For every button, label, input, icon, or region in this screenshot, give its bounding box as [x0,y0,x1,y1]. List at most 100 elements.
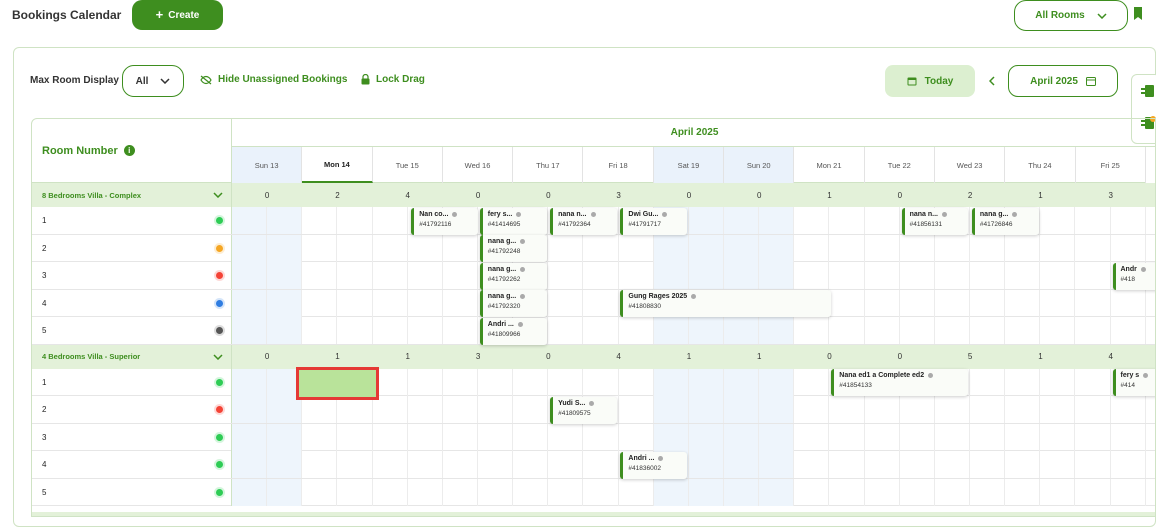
calendar-cell[interactable] [759,396,794,423]
calendar-cell[interactable] [794,235,829,262]
calendar-cell[interactable] [267,235,302,262]
chevron-down-icon[interactable] [213,354,223,360]
calendar-cell[interactable] [513,396,548,423]
calendar-cell[interactable] [654,317,689,344]
calendar-cell[interactable] [1111,290,1146,317]
calendar-cell[interactable] [443,424,478,451]
calendar-cell[interactable] [865,235,900,262]
calendar-cell[interactable] [1005,235,1040,262]
calendar-cell[interactable] [865,396,900,423]
next-room-group-row[interactable] [32,512,1156,517]
calendar-cell[interactable] [302,290,337,317]
calendar-cell[interactable] [548,290,583,317]
booking-card[interactable]: Gung Rages 2025#41808830 [620,290,831,317]
calendar-cell[interactable] [970,396,1005,423]
calendar-cell[interactable] [935,235,970,262]
room-number-cell[interactable]: 5 [32,479,232,506]
calendar-cell[interactable] [724,207,759,234]
calendar-cell[interactable] [1111,317,1146,344]
calendar-cell[interactable] [970,317,1005,344]
calendar-cell[interactable] [1040,479,1075,506]
calendar-cell[interactable] [478,479,513,506]
calendar-cell[interactable] [373,396,408,423]
calendar-cell[interactable] [970,290,1005,317]
calendar-cell[interactable] [232,290,267,317]
calendar-cell[interactable] [1075,479,1110,506]
calendar-cell[interactable] [443,235,478,262]
calendar-cell[interactable] [1040,262,1075,289]
rooms-filter-select[interactable]: All Rooms [1014,0,1128,31]
calendar-cell[interactable] [1075,290,1110,317]
calendar-cell[interactable] [724,396,759,423]
calendar-cell[interactable] [478,451,513,478]
calendar-cell[interactable] [970,369,1005,396]
calendar-cell[interactable] [1111,235,1146,262]
booking-card[interactable]: nana n...#41792364 [550,208,617,235]
calendar-cell[interactable] [478,396,513,423]
calendar-cell[interactable] [302,479,337,506]
create-button[interactable]: + Create [132,0,223,30]
calendar-cell[interactable] [970,424,1005,451]
calendar-cell[interactable] [1111,207,1146,234]
calendar-cell[interactable] [1005,451,1040,478]
calendar-cell[interactable] [337,479,372,506]
previous-month-button[interactable] [984,72,1000,90]
calendar-cell[interactable] [443,317,478,344]
calendar-cell[interactable] [1040,317,1075,344]
calendar-cell[interactable] [794,424,829,451]
calendar-cell[interactable] [408,479,443,506]
max-room-display-select[interactable]: All [122,65,184,97]
calendar-cell[interactable] [829,479,864,506]
calendar-cell[interactable] [689,262,724,289]
calendar-cell[interactable] [619,396,654,423]
calendar-cell[interactable] [970,451,1005,478]
calendar-cell[interactable] [935,262,970,289]
calendar-cell[interactable] [1075,235,1110,262]
calendar-cell[interactable] [900,262,935,289]
calendar-cell[interactable] [302,451,337,478]
calendar-cell[interactable] [302,207,337,234]
calendar-cell[interactable] [232,369,267,396]
calendar-cell[interactable] [337,424,372,451]
calendar-cell[interactable] [302,235,337,262]
calendar-cell[interactable] [935,424,970,451]
booking-card[interactable]: Nan co...#41792116 [411,208,478,235]
calendar-cell[interactable] [232,262,267,289]
calendar-cell[interactable] [337,317,372,344]
calendar-cell[interactable] [865,262,900,289]
room-number-cell[interactable]: 4 [32,451,232,478]
calendar-cell[interactable] [865,290,900,317]
booking-card[interactable]: nana n...#41856131 [902,208,969,235]
booking-card[interactable]: nana g...#41726846 [972,208,1039,235]
calendar-cell[interactable] [759,235,794,262]
calendar-cell[interactable] [1005,369,1040,396]
calendar-cell[interactable] [689,479,724,506]
booking-card[interactable]: nana g...#41792248 [480,235,547,262]
calendar-cell[interactable] [935,317,970,344]
calendar-cell[interactable] [900,235,935,262]
calendar-cell[interactable] [408,317,443,344]
calendar-cell[interactable] [583,424,618,451]
calendar-cell[interactable] [794,207,829,234]
calendar-cell[interactable] [1111,396,1146,423]
calendar-cell[interactable] [583,451,618,478]
calendar-cell[interactable] [232,424,267,451]
calendar-cell[interactable] [689,451,724,478]
calendar-cell[interactable] [794,262,829,289]
calendar-cell[interactable] [619,317,654,344]
booking-card[interactable]: Andri ...#41836002 [620,452,687,479]
room-number-cell[interactable]: 3 [32,424,232,451]
calendar-cell[interactable] [654,424,689,451]
booking-card[interactable]: Dwi Gu...#41791717 [620,208,687,235]
booking-card[interactable]: Nana ed1 a Complete ed2#41854133 [831,369,968,396]
calendar-cell[interactable] [1040,290,1075,317]
calendar-cell[interactable] [1005,290,1040,317]
calendar-cell[interactable] [1040,424,1075,451]
calendar-cell[interactable] [724,451,759,478]
calendar-cell[interactable] [724,424,759,451]
calendar-cell[interactable] [548,424,583,451]
calendar-cell[interactable] [829,235,864,262]
calendar-cell[interactable] [267,207,302,234]
calendar-cell[interactable] [302,317,337,344]
calendar-cell[interactable] [689,369,724,396]
